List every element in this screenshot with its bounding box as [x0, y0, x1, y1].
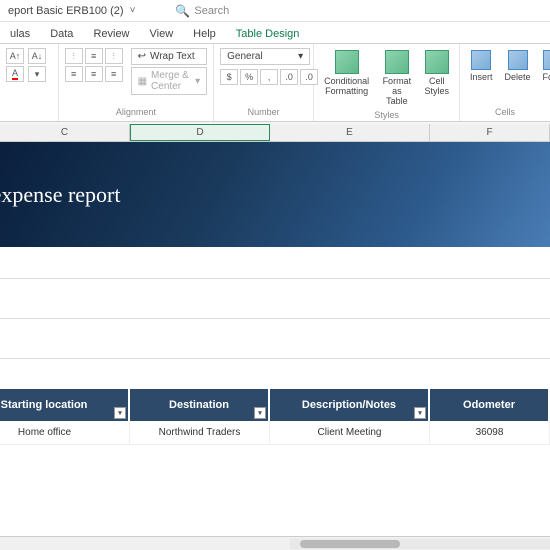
- col-header-f[interactable]: F: [430, 124, 550, 141]
- cell-styles-icon: [425, 50, 449, 74]
- alignment-group-label: Alignment: [65, 107, 208, 117]
- col-header-e[interactable]: E: [270, 124, 430, 141]
- ribbon-tabs: ulas Data Review View Help Table Design: [0, 22, 550, 44]
- form-row[interactable]: ltima: [0, 297, 550, 319]
- col-header-d[interactable]: D: [130, 124, 270, 141]
- scroll-thumb[interactable]: [300, 540, 400, 548]
- align-bottom-button[interactable]: ⫶: [105, 48, 123, 64]
- merge-icon: ▦: [138, 76, 147, 87]
- tab-data[interactable]: Data: [40, 25, 83, 43]
- conditional-formatting-icon: [335, 50, 359, 74]
- align-middle-button[interactable]: ≡: [85, 48, 103, 64]
- cell-styles-button[interactable]: Cell Styles: [420, 48, 453, 98]
- th-destination[interactable]: Destination ▾: [130, 389, 270, 421]
- form-area: ker ltima 1: [0, 247, 550, 359]
- merge-center-button[interactable]: ▦ Merge & Center ▾: [131, 67, 208, 95]
- search-box[interactable]: 🔍 Search: [175, 4, 229, 18]
- cells-group-label: Cells: [466, 107, 544, 117]
- filter-dropdown-icon[interactable]: ▾: [414, 407, 426, 419]
- tab-table-design[interactable]: Table Design: [226, 25, 310, 43]
- cell-odo[interactable]: 36098: [430, 421, 550, 445]
- table-header: Starting location ▾ Destination ▾ Descri…: [0, 389, 550, 421]
- format-table-icon: [385, 50, 409, 74]
- tab-review[interactable]: Review: [83, 25, 139, 43]
- horizontal-scrollbar[interactable]: [0, 536, 550, 550]
- filter-dropdown-icon[interactable]: ▾: [254, 407, 266, 419]
- filter-dropdown-icon[interactable]: ▾: [114, 407, 126, 419]
- wrap-text-icon: ↩: [138, 51, 146, 62]
- currency-button[interactable]: $: [220, 69, 238, 85]
- format-button[interactable]: Form: [539, 48, 550, 84]
- conditional-formatting-button[interactable]: Conditional Formatting: [320, 48, 373, 98]
- tab-formulas[interactable]: ulas: [0, 25, 40, 43]
- align-right-button[interactable]: ≡: [105, 66, 123, 82]
- cell-start[interactable]: Home office: [0, 421, 130, 445]
- wrap-text-button[interactable]: ↩ Wrap Text: [131, 48, 208, 65]
- table-row[interactable]: Home office Northwind Traders Client Mee…: [0, 421, 550, 445]
- format-icon: [543, 50, 550, 70]
- chevron-down-icon: ▾: [195, 76, 200, 87]
- title-bar: eport Basic ERB100 (2) ˅ 🔍 Search: [0, 0, 550, 22]
- increase-decimal-button[interactable]: .0: [280, 69, 298, 85]
- th-odometer[interactable]: Odometer: [430, 389, 550, 421]
- comma-button[interactable]: ,: [260, 69, 278, 85]
- search-placeholder: Search: [194, 5, 229, 17]
- delete-button[interactable]: Delete: [501, 48, 535, 84]
- form-row[interactable]: ker: [0, 257, 550, 279]
- scroll-track[interactable]: [290, 539, 550, 549]
- report-title-block: l expense report: [0, 142, 550, 247]
- styles-group-label: Styles: [320, 110, 453, 120]
- tab-help[interactable]: Help: [183, 25, 226, 43]
- chevron-down-icon[interactable]: ˅: [130, 5, 136, 16]
- worksheet[interactable]: l expense report ker ltima 1 Starting lo…: [0, 142, 550, 445]
- column-headers: C D E F: [0, 124, 550, 142]
- align-center-button[interactable]: ≡: [85, 66, 103, 82]
- insert-icon: [471, 50, 491, 70]
- align-left-button[interactable]: ≡: [65, 66, 83, 82]
- cell-desc[interactable]: Client Meeting: [270, 421, 430, 445]
- font-increase-button[interactable]: A↑: [6, 48, 24, 64]
- th-description[interactable]: Description/Notes ▾: [270, 389, 430, 421]
- col-header-c[interactable]: C: [0, 124, 130, 141]
- ribbon: A↑ A A↓ ▾ ⫶ ≡ ⫶ ≡ ≡ ≡: [0, 44, 550, 122]
- align-top-button[interactable]: ⫶: [65, 48, 83, 64]
- insert-button[interactable]: Insert: [466, 48, 497, 84]
- number-group-label: Number: [220, 107, 307, 117]
- number-format-select[interactable]: General ▾: [220, 48, 310, 65]
- percent-button[interactable]: %: [240, 69, 258, 85]
- chevron-down-icon: ▾: [298, 51, 303, 62]
- search-icon: 🔍: [175, 4, 190, 18]
- delete-icon: [508, 50, 528, 70]
- cell-dest[interactable]: Northwind Traders: [130, 421, 270, 445]
- font-dropdown-button[interactable]: ▾: [28, 66, 46, 82]
- tab-view[interactable]: View: [140, 25, 184, 43]
- document-title: eport Basic ERB100 (2): [8, 5, 124, 17]
- format-as-table-button[interactable]: Format as Table: [377, 48, 416, 108]
- report-title: l expense report: [0, 182, 121, 208]
- font-color-button[interactable]: A: [6, 66, 24, 82]
- th-starting-location[interactable]: Starting location ▾: [0, 389, 130, 421]
- font-decrease-button[interactable]: A↓: [28, 48, 46, 64]
- form-row[interactable]: 1: [0, 337, 550, 359]
